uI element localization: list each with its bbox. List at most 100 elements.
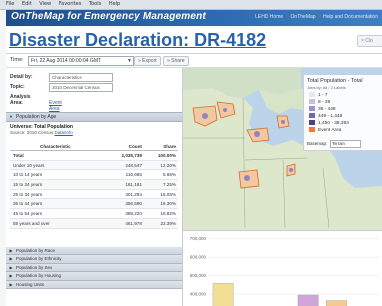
export-button[interactable]: » Export [134,56,161,66]
topic-select[interactable]: 2010 Decennial Census [49,83,113,92]
table-header-row: Characteristic Count Share [10,143,178,151]
population-table: Characteristic Count Share Total 2,035,7… [10,143,178,229]
legend-label: 8 - 36 [318,99,331,105]
section-population-by-housing[interactable]: ▶ Population by Housing [6,272,182,281]
cell-share: 12.20% [143,160,178,171]
expand-icon: ▶ [9,256,13,262]
chevron-down-icon: ▼ [127,58,132,64]
legend-swatch [309,113,315,118]
y-tick-label: 500,000 [190,273,207,278]
legend-label: Event Area [318,127,342,133]
legend-item: Event Area [309,127,341,133]
menu-view[interactable]: View [39,0,51,9]
legend-label: 449 - 1,448 [318,113,343,119]
section-population-by-race[interactable]: ▶ Population by Race [6,247,182,256]
expand-icon: ▶ [9,264,13,270]
time-value: Fri, 22 Aug 2014 00:00:04 GMT [31,58,102,64]
menu-help[interactable]: Help [109,0,120,9]
legend-swatch [309,127,315,132]
cell-share: 5.68% [143,169,178,181]
menu-edit[interactable]: Edit [22,0,32,9]
area-label: Analysis Area: [10,94,31,106]
cell-count: 301,294 [106,189,144,200]
close-button[interactable]: × Clo [357,35,382,47]
table-row: 10 to 14 years 116,665 5.68% [10,169,178,181]
menu-favorites[interactable]: Favorites [59,0,82,9]
cell-label: 25 to 34 years [10,189,107,200]
link-onthemap[interactable]: OnTheMap [291,14,316,20]
table-row: 55 years and over 461,978 22.39% [10,218,178,229]
cell-count: 461,978 [106,218,144,229]
detail-label: Detail by: [10,74,33,80]
section-label: Population by Race [16,248,56,253]
col-share: Share [143,143,178,151]
cell-label: 35 to 44 years [10,198,107,210]
table-row: Under 10 years 248,547 12.20% [10,160,178,171]
expand-icon: ▶ [9,273,13,279]
section-housing-units[interactable]: ▶ Housing Units [6,280,182,289]
legend-swatch [309,99,315,104]
universe-source: Source: 2010 Census Data/Info [10,130,73,135]
cell-label: 15 to 24 years [10,179,107,190]
universe-note: Universe: Total Population Source: 2010 … [10,124,73,135]
event-area-link[interactable]: Event Area [49,100,62,112]
cell-label: 10 to 14 years [10,169,107,181]
chart-bar[interactable] [212,283,234,306]
left-panel: Detail by: Characteristics Topic: 2010 D… [6,68,183,306]
data-info-link[interactable]: Data/Info [55,130,73,135]
expand-icon: ▶ [9,248,13,253]
menu-file[interactable]: File [6,0,14,9]
legend-item: 1 - 7 [309,92,328,98]
top-links: LEHD Home OnTheMap Help and Documentatio… [249,14,378,20]
legend-label: 1,450 - 38,384 [318,120,349,126]
page-title: Disaster Declaration: DR-4182 [9,30,267,50]
col-characteristic: Characteristic [10,143,107,151]
section-label: Population by Housing [16,273,62,279]
basemap-label: Basemap: [307,141,328,146]
detail-select[interactable]: Characteristics [49,73,113,82]
table-row: 25 to 34 years 301,294 15.05% [10,189,178,200]
cell-share: 16.30% [143,198,178,210]
bar-chart-panel: 700,000 600,000 500,000 400,000 [183,230,382,306]
legend-item: 36 - 448 [309,106,336,112]
legend-item: 8 - 36 [309,99,330,105]
link-help[interactable]: Help and Documentation [323,14,378,20]
section-label: Population by Sex [16,264,53,270]
cell-share: 18.82% [143,208,178,219]
link-lehd-home[interactable]: LEHD Home [255,14,283,20]
legend-title: Total Population - Total [307,78,363,84]
section-population-by-ethnicity[interactable]: ▶ Population by Ethnicity [6,255,182,264]
expand-icon: ▶ [9,281,13,287]
time-select[interactable]: Fri, 22 Aug 2014 00:00:04 GMT ▼ [28,56,134,66]
app-banner: OnTheMap for Emergency Management LEHD H… [6,10,382,26]
cell-share: 22.39% [143,218,178,229]
time-label: Time: [10,57,24,63]
map-legend: Total Population - Total Jobs by: All / … [303,74,382,151]
collapsed-sections: ▶ Population by Race ▶ Population by Ethni… [6,247,182,289]
cell-count: 388,220 [106,208,144,219]
cell-count: 161,181 [106,179,144,190]
basemap-select[interactable]: Terrain [330,140,361,148]
app-name: OnTheMap for Emergency Management [11,11,206,22]
legend-swatch [309,106,315,111]
cell-count: 356,590 [106,198,144,210]
section-header-population-by-age[interactable]: ▼ Population by Age [6,112,182,122]
section-population-by-sex[interactable]: ▶ Population by Sex [6,263,182,273]
map-view[interactable]: Total Population - Total Jobs by: All / … [183,68,382,230]
section-title: Population by Age [16,114,57,120]
cell-label: Under 10 years [10,160,107,171]
y-tick-label: 700,000 [190,236,207,241]
cell-share: 15.05% [143,189,178,200]
chart-bar[interactable] [326,300,347,306]
cell-share: 100.00% [143,150,178,161]
menu-tools[interactable]: Tools [89,0,101,9]
collapse-icon: ▼ [9,114,13,119]
table-row-total: Total 2,035,738 100.00% [10,150,178,161]
y-tick-label: 600,000 [190,255,207,260]
cell-count: 116,665 [106,169,144,181]
table-row: 15 to 24 years 161,181 7.25% [10,179,178,190]
share-button[interactable]: » Share [163,56,189,66]
chart-bar[interactable] [297,294,319,306]
section-label: Housing Units [16,281,45,287]
universe-source-text: Source: 2010 Census [10,130,55,135]
